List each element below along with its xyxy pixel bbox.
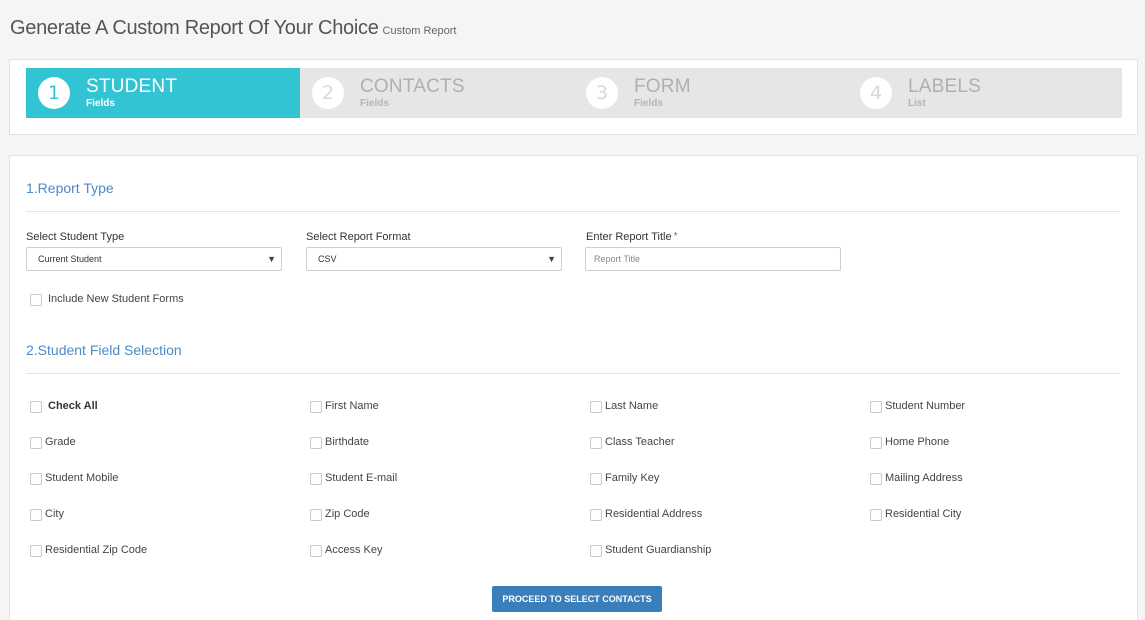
field-label-student-guardianship: Student Guardianship bbox=[605, 544, 712, 556]
step-description: Fields bbox=[86, 98, 115, 109]
step-number: 2 bbox=[312, 77, 344, 109]
required-mark: * bbox=[673, 231, 678, 242]
field-label-mailing-address: Mailing Address bbox=[885, 472, 963, 484]
field-checkbox-zip-code[interactable] bbox=[310, 509, 322, 521]
field-checkbox-birthdate[interactable] bbox=[310, 437, 322, 449]
field-label-first-name: First Name bbox=[325, 400, 379, 412]
field-label-student-email: Student E-mail bbox=[325, 472, 398, 484]
report-title-label-text: Enter Report Title bbox=[586, 231, 672, 243]
step-name: CONTACTS bbox=[360, 76, 465, 97]
student-type-select[interactable]: Current Student ▼ bbox=[26, 247, 282, 271]
field-label-residential-city: Residential City bbox=[885, 508, 962, 520]
wizard-steps: 1 STUDENT Fields 2 CONTACTS Fields 3 FOR… bbox=[26, 68, 1122, 118]
step-name: STUDENT bbox=[86, 76, 178, 97]
field-checkbox-residential-city[interactable] bbox=[870, 509, 882, 521]
divider bbox=[26, 373, 1120, 374]
step-form[interactable]: 3 FORM Fields bbox=[574, 68, 848, 118]
report-form-card: 1.Report Type Select Student Type Curren… bbox=[9, 155, 1138, 620]
proceed-to-contacts-button[interactable]: PROCEED TO SELECT CONTACTS bbox=[492, 586, 662, 612]
field-checkbox-mailing-address[interactable] bbox=[870, 473, 882, 485]
step-student[interactable]: 1 STUDENT Fields bbox=[26, 68, 300, 118]
field-checkbox-class-teacher[interactable] bbox=[590, 437, 602, 449]
divider bbox=[26, 211, 1120, 212]
field-checkbox-student-number[interactable] bbox=[870, 401, 882, 413]
step-number: 4 bbox=[860, 77, 892, 109]
report-format-select[interactable]: CSV ▼ bbox=[306, 247, 562, 271]
step-name: LABELS bbox=[908, 76, 982, 97]
step-description: Fields bbox=[634, 98, 663, 109]
field-checkbox-residential-zip-code[interactable] bbox=[30, 545, 42, 557]
field-checkbox-student-guardianship[interactable] bbox=[590, 545, 602, 557]
step-name: FORM bbox=[634, 76, 691, 97]
field-checkbox-student-mobile[interactable] bbox=[30, 473, 42, 485]
field-label-access-key: Access Key bbox=[325, 544, 383, 556]
page-title: Generate A Custom Report Of Your Choice C… bbox=[10, 17, 457, 40]
step-contacts[interactable]: 2 CONTACTS Fields bbox=[300, 68, 574, 118]
step-description: List bbox=[908, 98, 926, 109]
include-new-forms-label: Include New Student Forms bbox=[48, 293, 184, 305]
field-label-birthdate: Birthdate bbox=[325, 436, 370, 448]
chevron-down-icon: ▼ bbox=[547, 254, 556, 264]
field-label-student-number: Student Number bbox=[885, 400, 966, 412]
section-title-field-selection: 2.Student Field Selection bbox=[26, 342, 182, 358]
step-description: Fields bbox=[360, 98, 389, 109]
field-checkbox-residential-address[interactable] bbox=[590, 509, 602, 521]
student-type-label: Select Student Type bbox=[26, 231, 125, 243]
field-checkbox-last-name[interactable] bbox=[590, 401, 602, 413]
field-label-family-key: Family Key bbox=[605, 472, 660, 484]
field-label-residential-address: Residential Address bbox=[605, 508, 703, 520]
page-title-text: Generate A Custom Report Of Your Choice bbox=[10, 17, 379, 39]
chevron-down-icon: ▼ bbox=[267, 254, 276, 264]
student-type-value: Current Student bbox=[38, 254, 102, 264]
include-new-forms-checkbox[interactable] bbox=[30, 294, 42, 306]
report-format-value: CSV bbox=[318, 254, 337, 264]
field-checkbox-city[interactable] bbox=[30, 509, 42, 521]
field-label-city: City bbox=[45, 508, 64, 520]
field-label-grade: Grade bbox=[45, 436, 76, 448]
report-title-input[interactable]: Report Title bbox=[585, 247, 841, 271]
check-all-checkbox[interactable] bbox=[30, 401, 42, 413]
step-number: 3 bbox=[586, 77, 618, 109]
step-labels[interactable]: 4 LABELS List bbox=[848, 68, 1122, 118]
field-label-home-phone: Home Phone bbox=[885, 436, 950, 448]
field-label-class-teacher: Class Teacher bbox=[605, 436, 675, 448]
field-label-residential-zip-code: Residential Zip Code bbox=[45, 544, 148, 556]
field-checkbox-grade[interactable] bbox=[30, 437, 42, 449]
field-label-last-name: Last Name bbox=[605, 400, 659, 412]
section-title-report-type: 1.Report Type bbox=[26, 180, 114, 196]
report-title-label: Enter Report Title * bbox=[586, 231, 678, 243]
field-label-student-mobile: Student Mobile bbox=[45, 472, 119, 484]
field-checkbox-home-phone[interactable] bbox=[870, 437, 882, 449]
field-label-zip-code: Zip Code bbox=[325, 508, 370, 520]
page-subtitle: Custom Report bbox=[382, 25, 457, 37]
check-all-label: Check All bbox=[48, 400, 98, 412]
step-number: 1 bbox=[38, 77, 70, 109]
wizard-card: 1 STUDENT Fields 2 CONTACTS Fields 3 FOR… bbox=[9, 59, 1138, 135]
report-title-placeholder: Report Title bbox=[594, 254, 641, 264]
report-format-label: Select Report Format bbox=[306, 231, 411, 243]
field-checkbox-family-key[interactable] bbox=[590, 473, 602, 485]
field-checkbox-student-email[interactable] bbox=[310, 473, 322, 485]
field-checkbox-access-key[interactable] bbox=[310, 545, 322, 557]
field-checkbox-first-name[interactable] bbox=[310, 401, 322, 413]
